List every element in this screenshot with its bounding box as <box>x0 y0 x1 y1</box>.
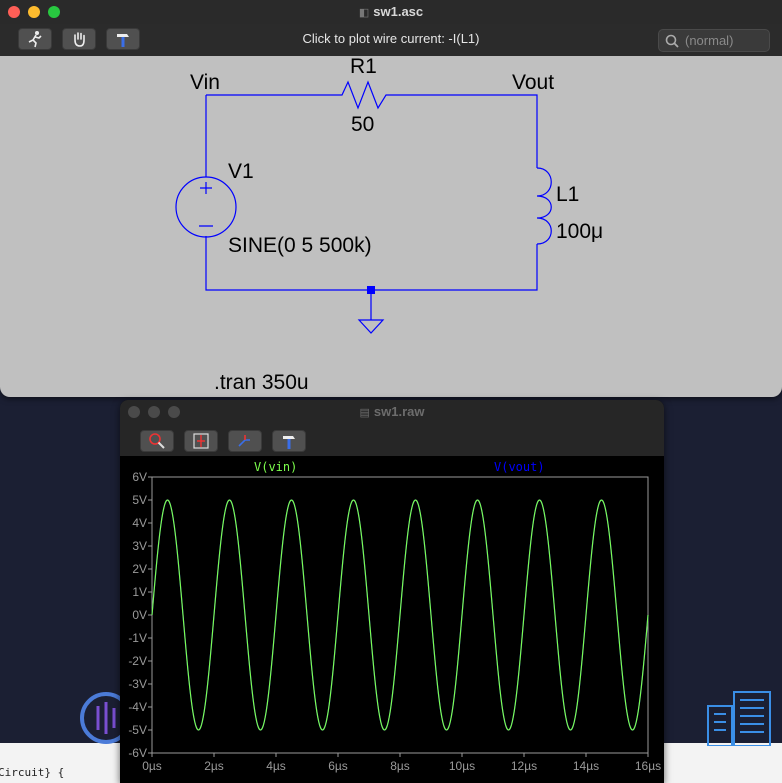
x-tick-label: 12µs <box>511 759 537 773</box>
l1-value[interactable]: 100μ <box>556 220 603 243</box>
building-icon <box>707 691 771 746</box>
pick-trace-button[interactable] <box>228 430 262 452</box>
y-tick-label: -3V <box>128 677 147 691</box>
y-tick-label: 2V <box>132 562 147 576</box>
x-tick-label: 8µs <box>390 759 410 773</box>
waveform-window-title: ▤ sw1.raw <box>120 404 664 419</box>
y-tick-label: -5V <box>128 723 147 737</box>
autorange-button[interactable] <box>184 430 218 452</box>
waveform-title-text: sw1.raw <box>373 404 425 419</box>
search-input[interactable] <box>683 32 767 49</box>
hammer-icon <box>283 436 295 449</box>
x-tick-label: 4µs <box>266 759 286 773</box>
waveform-titlebar[interactable]: ▤ sw1.raw <box>120 400 664 424</box>
y-tick-label: -6V <box>128 746 147 760</box>
schematic-title-text: sw1.asc <box>373 4 424 19</box>
x-tick-label: 10µs <box>449 759 475 773</box>
y-tick-label: 6V <box>132 470 147 484</box>
x-tick-label: 2µs <box>204 759 224 773</box>
resistor-r1-symbol <box>334 80 394 110</box>
zoom-button[interactable] <box>140 430 174 452</box>
schematic-window-title: ◧ sw1.asc <box>0 4 782 19</box>
v1-value[interactable]: SINE(0 5 500k) <box>228 234 372 257</box>
l1-name[interactable]: L1 <box>556 183 579 206</box>
y-tick-label: -1V <box>128 631 147 645</box>
y-tick-label: 0V <box>132 608 147 622</box>
y-tick-label: 3V <box>132 539 147 553</box>
background-code-text: Circuit} { <box>0 766 65 779</box>
waveform-toolbar <box>120 424 664 456</box>
net-label-vin[interactable]: Vin <box>190 71 220 94</box>
pick-trace-icon <box>238 435 250 447</box>
legend-vin[interactable]: V(vin) <box>254 460 297 474</box>
waveform-plot[interactable]: 6V 5V 4V 3V 2V 1V 0V -1V -2V -3V -4V -5V -6V 0µs 2µs 4… <box>120 456 664 783</box>
y-tick-label: 4V <box>132 516 147 530</box>
spice-directive[interactable]: .tran 350u <box>214 371 309 394</box>
net-label-vout[interactable]: Vout <box>512 71 554 94</box>
y-tick-label: 1V <box>132 585 147 599</box>
trace-vin[interactable] <box>151 499 649 731</box>
document-icon: ◧ <box>358 7 370 19</box>
document-icon: ▤ <box>359 407 370 419</box>
ground-node-junction <box>367 286 375 294</box>
schematic-titlebar[interactable]: ◧ sw1.asc <box>0 0 782 25</box>
waveform-window: ▤ sw1.raw 6V 5V 4V 3V 2V 1V 0V -1V -2V -… <box>120 400 664 783</box>
search-box[interactable] <box>658 29 770 52</box>
legend-vout[interactable]: V(vout) <box>494 460 545 474</box>
autorange-icon <box>193 433 209 449</box>
x-tick-label: 14µs <box>573 759 599 773</box>
schematic-toolbar: Click to plot wire current: -I(L1) <box>0 24 782 56</box>
r1-value[interactable]: 50 <box>351 113 374 136</box>
search-icon <box>665 34 679 48</box>
v1-name[interactable]: V1 <box>228 160 254 183</box>
y-tick-label: 5V <box>132 493 147 507</box>
zoom-icon <box>149 433 165 449</box>
r1-name[interactable]: R1 <box>350 56 377 78</box>
y-tick-label: -2V <box>128 654 147 668</box>
inductor-l1-symbol <box>536 167 552 245</box>
schematic-window: ◧ sw1.asc Click to plot wire current: -I(… <box>0 0 782 397</box>
x-tick-label: 6µs <box>328 759 348 773</box>
ground-symbol <box>357 290 385 334</box>
x-tick-label: 16µs <box>635 759 661 773</box>
schematic-canvas[interactable]: Vin Vout R1 50 V1 SINE(0 5 500k) L1 100μ… <box>0 56 782 397</box>
wire-vout <box>394 94 538 168</box>
y-tick-label: -4V <box>128 700 147 714</box>
x-tick-label: 0µs <box>142 759 162 773</box>
hammer-button[interactable] <box>272 430 306 452</box>
